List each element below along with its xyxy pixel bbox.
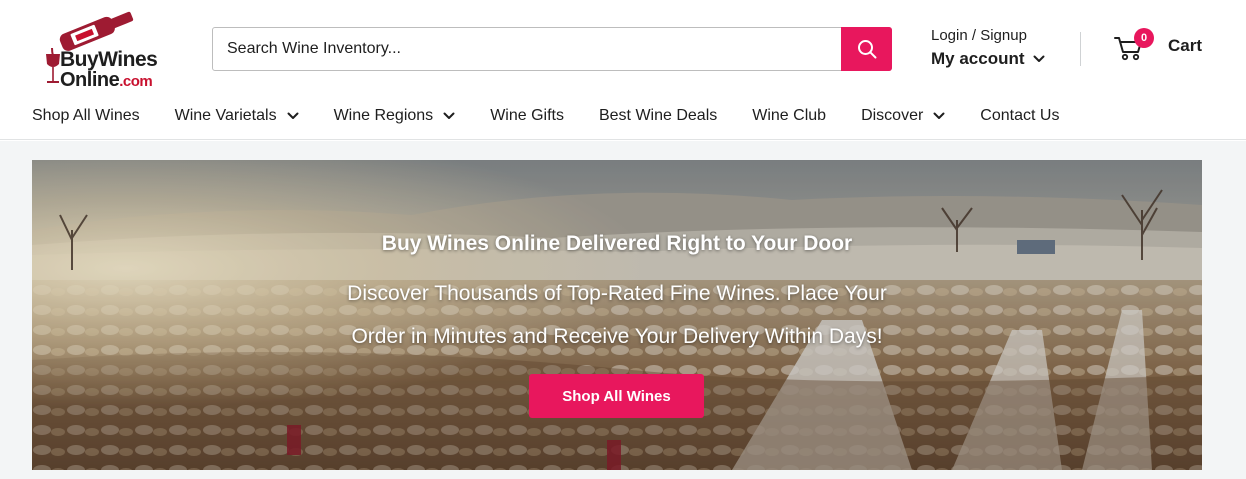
chevron-down-icon — [1033, 55, 1045, 62]
search-icon — [857, 40, 876, 59]
nav-item-label: Discover — [861, 107, 924, 124]
logo-line-1: BuyWines — [60, 48, 158, 71]
nav-item-label: Best Wine Deals — [598, 107, 718, 124]
chevron-down-icon — [443, 112, 455, 119]
nav-item-wine-varietals[interactable]: Wine Varietals — [175, 107, 299, 125]
chevron-down-icon — [287, 112, 299, 119]
hero-title: Buy Wines Online Delivered Right to Your… — [381, 232, 853, 255]
nav-item-label: Wine Gifts — [490, 107, 564, 124]
hero-subtitle-line-2: Order in Minutes and Receive Your Delive… — [351, 325, 883, 348]
nav-item-wine-gifts[interactable]: Wine Gifts — [490, 107, 564, 125]
my-account-label: My account — [931, 49, 1025, 68]
my-account-dropdown[interactable]: My account — [931, 49, 1045, 69]
site-header: BuyWines Online.com Login / Signup My ac… — [0, 0, 1246, 140]
logo-line-2-main: Online — [60, 69, 120, 91]
hero-banner: Buy Wines Online Delivered Right to Your… — [32, 160, 1202, 470]
logo-dotcom: .com — [119, 73, 153, 90]
cart-count-badge: 0 — [1134, 28, 1154, 48]
main-navigation: Shop All Wines Wine Varietals Wine Regio… — [32, 104, 1094, 128]
cart-link[interactable]: 0 Cart — [1114, 28, 1203, 62]
nav-item-discover[interactable]: Discover — [861, 107, 945, 125]
hero-subtitle: Discover Thousands of Top-Rated Fine Win… — [292, 272, 942, 358]
logo-wordmark: BuyWines Online.com — [60, 48, 158, 92]
search-button[interactable] — [841, 27, 892, 71]
nav-item-wine-regions[interactable]: Wine Regions — [334, 107, 456, 125]
logo-line-2: Online.com — [60, 70, 157, 92]
chevron-down-icon — [933, 112, 945, 119]
nav-item-label: Contact Us — [980, 107, 1060, 124]
login-signup-link[interactable]: Login / Signup — [931, 27, 1045, 44]
cart-label: Cart — [1168, 36, 1203, 55]
nav-item-shop-all-wines[interactable]: Shop All Wines — [32, 107, 140, 125]
hero-subtitle-line-1: Discover Thousands of Top-Rated Fine Win… — [347, 282, 887, 305]
shop-all-wines-button[interactable]: Shop All Wines — [529, 374, 704, 418]
search-input[interactable] — [213, 28, 843, 70]
cart-icon-wrapper: 0 — [1114, 28, 1154, 62]
search-bar — [212, 27, 892, 71]
nav-item-label: Wine Club — [752, 107, 827, 124]
nav-item-wine-club[interactable]: Wine Club — [752, 107, 826, 125]
nav-item-label: Wine Varietals — [174, 107, 277, 124]
nav-item-label: Wine Regions — [333, 107, 434, 124]
account-menu: Login / Signup My account — [931, 27, 1045, 69]
nav-item-label: Shop All Wines — [32, 107, 140, 124]
header-divider — [1080, 32, 1081, 66]
nav-item-contact-us[interactable]: Contact Us — [980, 107, 1059, 125]
site-logo[interactable]: BuyWines Online.com — [40, 8, 170, 92]
nav-item-best-wine-deals[interactable]: Best Wine Deals — [599, 107, 717, 125]
